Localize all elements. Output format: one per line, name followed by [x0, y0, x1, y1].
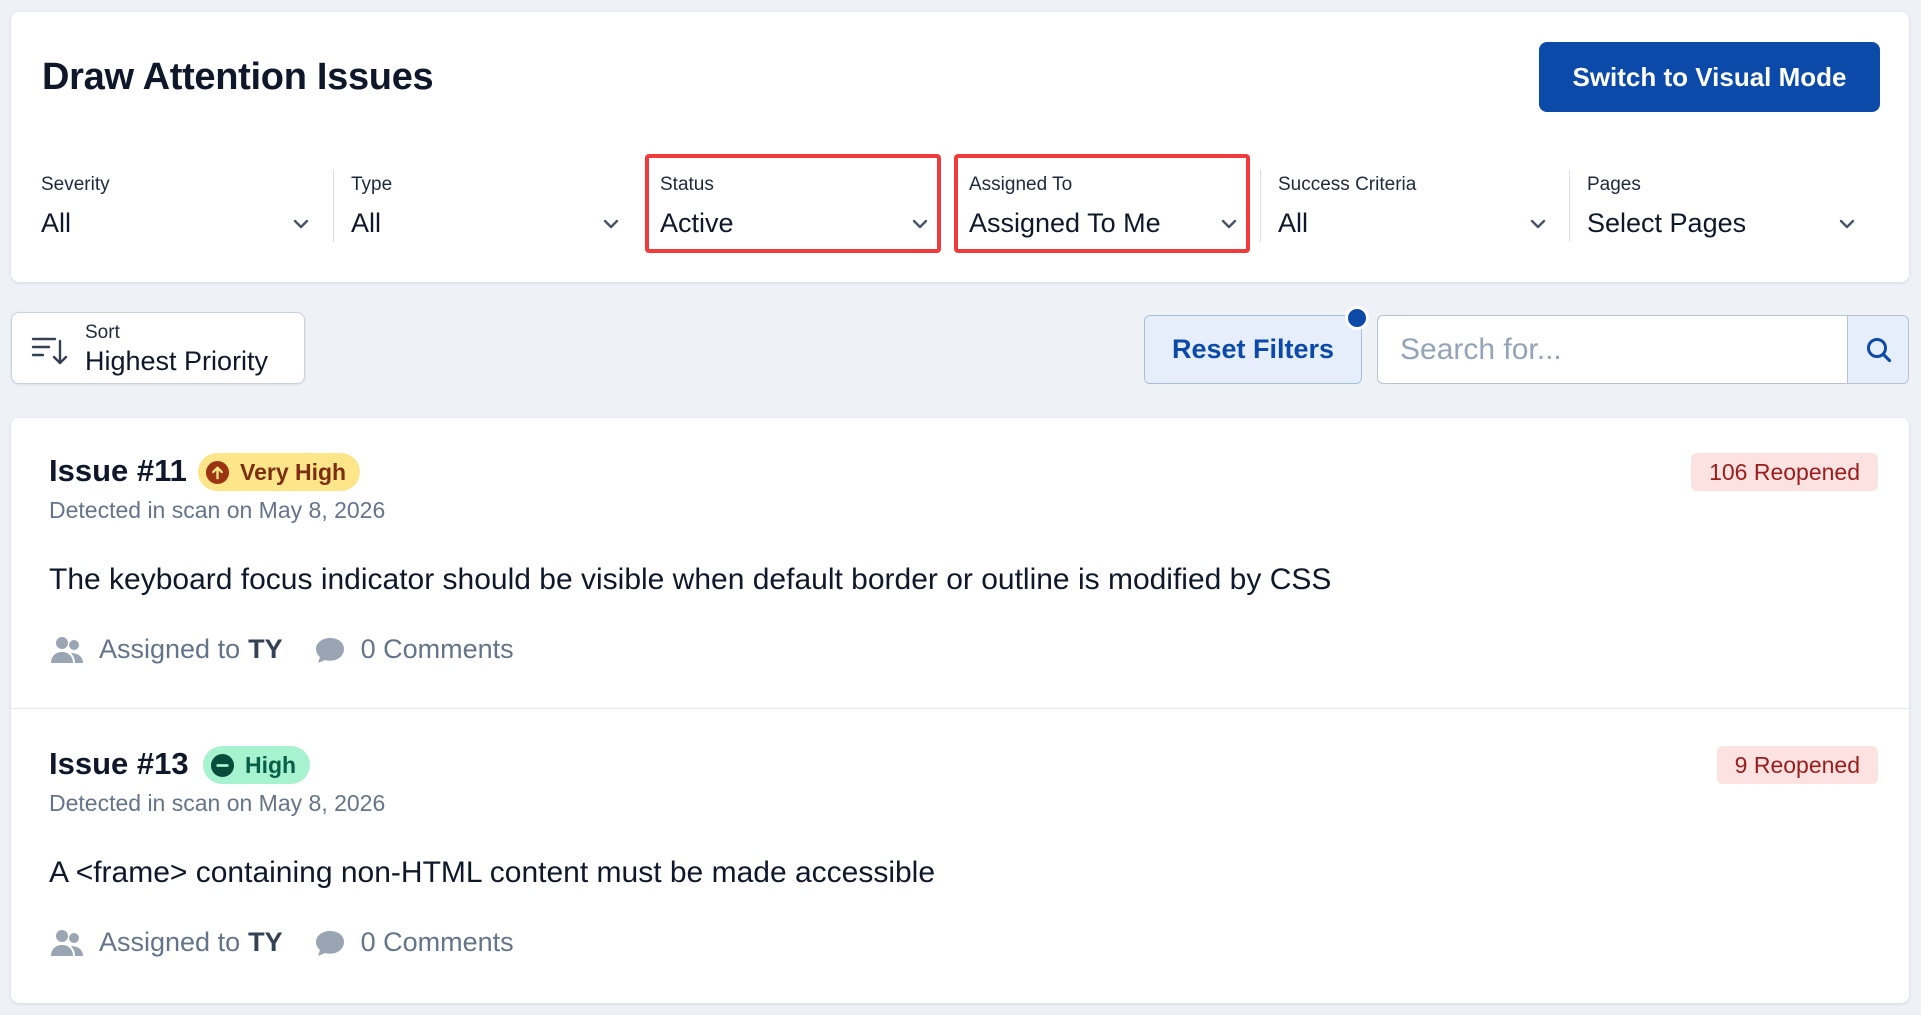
filter-label: Severity: [41, 174, 110, 195]
assigned-to-label: Assigned to: [99, 927, 241, 957]
assignee: TY: [248, 927, 283, 957]
page-title: Draw Attention Issues: [42, 56, 434, 98]
issue-meta: Assigned to TY 0 Comments: [49, 927, 514, 958]
severity-label: Very High: [240, 458, 347, 485]
issue-card[interactable]: Issue #11 Very High 106 Reopened Detecte…: [11, 418, 1909, 710]
chevron-down-icon: [293, 219, 309, 229]
switch-to-visual-mode-button[interactable]: Switch to Visual Mode: [1539, 42, 1880, 112]
issue-description[interactable]: The keyboard focus indicator should be v…: [49, 563, 1331, 597]
filter-pages[interactable]: Pages Select Pages: [1587, 152, 1877, 252]
filter-type[interactable]: Type All: [351, 152, 641, 252]
search-icon: [1867, 338, 1892, 363]
sort-dropdown[interactable]: Sort Highest Priority: [11, 312, 305, 384]
search-button[interactable]: [1847, 315, 1909, 384]
minus-circle-icon: [210, 753, 235, 777]
sort-value: Highest Priority: [85, 346, 269, 376]
reopened-badge: 106 Reopened: [1691, 453, 1878, 491]
issue-meta: Assigned to TY 0 Comments: [49, 634, 514, 665]
filter-label: Type: [351, 174, 393, 195]
filter-divider: [1260, 170, 1261, 242]
issue-card[interactable]: Issue #13 High 9 Reopened Detected in sc…: [11, 709, 1909, 1001]
severity-label: High: [245, 751, 297, 778]
severity-badge: Very High: [198, 453, 361, 491]
sort-icon: [31, 337, 68, 365]
chevron-down-icon: [1839, 219, 1855, 229]
filter-severity[interactable]: Severity All: [41, 152, 331, 252]
chevron-down-icon: [1530, 219, 1546, 229]
reset-filters-button[interactable]: Reset Filters: [1144, 315, 1362, 384]
active-filters-indicator: [1345, 306, 1369, 330]
assigned-to-highlight-box: [954, 154, 1250, 253]
issue-title: Issue #13: [49, 746, 189, 781]
filter-label: Pages: [1587, 174, 1641, 195]
comment-icon: [315, 930, 344, 956]
issue-title: Issue #11: [49, 453, 187, 488]
issues-list: Issue #11 Very High 106 Reopened Detecte…: [11, 418, 1909, 1003]
reopened-badge: 9 Reopened: [1716, 746, 1878, 784]
detected-date: Detected in scan on May 8, 2026: [49, 497, 386, 523]
filter-success-criteria[interactable]: Success Criteria All: [1278, 152, 1568, 252]
severity-badge: High: [203, 746, 311, 784]
filter-label: Success Criteria: [1278, 174, 1417, 195]
filters-panel: Draw Attention Issues Switch to Visual M…: [11, 12, 1909, 282]
sort-label: Sort: [85, 322, 120, 343]
search-input[interactable]: [1377, 315, 1848, 384]
comment-icon: [315, 637, 344, 663]
assigned-to-label: Assigned to: [99, 634, 241, 664]
detected-date: Detected in scan on May 8, 2026: [49, 790, 386, 816]
filter-divider: [333, 170, 334, 242]
status-highlight-box: [645, 154, 941, 253]
filter-value: Select Pages: [1587, 208, 1747, 238]
filter-value: All: [351, 208, 382, 238]
filter-value: All: [1278, 208, 1309, 238]
comments-count[interactable]: 0 Comments: [361, 927, 514, 958]
users-icon: [51, 636, 83, 663]
assignee: TY: [248, 634, 283, 664]
filter-value: All: [41, 208, 72, 238]
filter-divider: [1569, 170, 1570, 242]
issue-description[interactable]: A <frame> containing non-HTML content mu…: [49, 856, 935, 890]
comments-count[interactable]: 0 Comments: [361, 634, 514, 665]
users-icon: [51, 929, 83, 956]
arrow-up-circle-icon: [205, 460, 230, 484]
chevron-down-icon: [603, 219, 619, 229]
